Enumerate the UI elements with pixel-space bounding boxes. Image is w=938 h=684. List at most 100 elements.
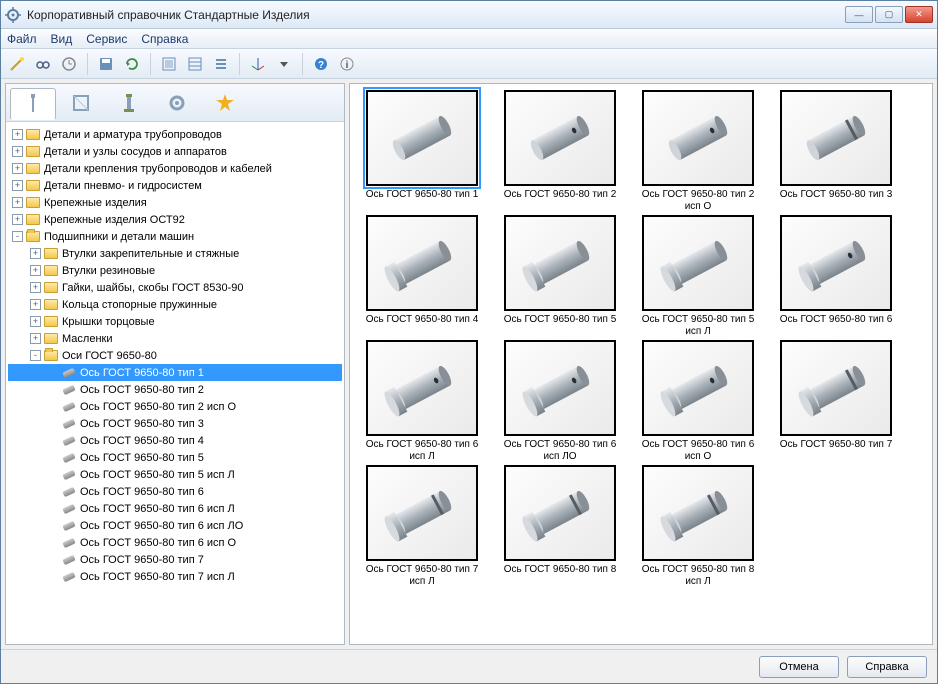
thumbnail-item[interactable]: Ось ГОСТ 9650-80 тип 6 исп О — [632, 340, 764, 463]
menu-help[interactable]: Справка — [141, 32, 188, 46]
help-icon[interactable]: ? — [309, 52, 333, 76]
tree-toggle[interactable]: - — [12, 231, 23, 242]
folder-icon — [25, 128, 41, 142]
tree-item[interactable]: Ось ГОСТ 9650-80 тип 5 исп Л — [8, 466, 342, 483]
tree-toggle[interactable]: + — [30, 248, 41, 259]
folder-icon — [25, 213, 41, 227]
tree-item[interactable]: + Втулки закрепительные и стяжные — [8, 245, 342, 262]
tree-item[interactable]: +Крышки торцовые — [8, 313, 342, 330]
tree-item[interactable]: -Подшипники и детали машин — [8, 228, 342, 245]
thumbnail-item[interactable]: Ось ГОСТ 9650-80 тип 6 исп ЛО — [494, 340, 626, 463]
tree-toggle[interactable]: + — [30, 265, 41, 276]
tree-item[interactable]: Ось ГОСТ 9650-80 тип 6 исп О — [8, 534, 342, 551]
thumbnail-image — [504, 215, 616, 311]
tree-item[interactable]: Ось ГОСТ 9650-80 тип 2 исп О — [8, 398, 342, 415]
tree-item[interactable]: Ось ГОСТ 9650-80 тип 7 — [8, 551, 342, 568]
thumbnail-label: Ось ГОСТ 9650-80 тип 8 исп Л — [634, 564, 762, 588]
tree-item-label: Ось ГОСТ 9650-80 тип 6 исп Л — [80, 503, 235, 515]
tree-item-label: Гайки, шайбы, скобы ГОСТ 8530-90 — [62, 282, 244, 294]
tree-item[interactable]: Ось ГОСТ 9650-80 тип 7 исп Л — [8, 568, 342, 585]
thumbnail-item[interactable]: Ось ГОСТ 9650-80 тип 6 исп Л — [356, 340, 488, 463]
tab-assembly-icon[interactable] — [106, 87, 152, 119]
tree-toggle[interactable]: + — [30, 282, 41, 293]
tree-item[interactable]: + Гайки, шайбы, скобы ГОСТ 8530-90 — [8, 279, 342, 296]
thumbnail-item[interactable]: Ось ГОСТ 9650-80 тип 1 — [356, 90, 488, 213]
tree-item[interactable]: Ось ГОСТ 9650-80 тип 2 — [8, 381, 342, 398]
thumbnail-item[interactable]: Ось ГОСТ 9650-80 тип 2 — [494, 90, 626, 213]
tree-item[interactable]: Ось ГОСТ 9650-80 тип 6 — [8, 483, 342, 500]
tab-gear-icon[interactable] — [154, 87, 200, 119]
tree-item[interactable]: +Детали крепления трубопроводов и кабеле… — [8, 160, 342, 177]
tree-item[interactable]: +Крепежные изделия ОСТ92 — [8, 211, 342, 228]
tree-item[interactable]: +Крепежные изделия — [8, 194, 342, 211]
tree-toggle[interactable]: + — [12, 214, 23, 225]
menu-view[interactable]: Вид — [51, 32, 73, 46]
tree-toggle[interactable]: + — [30, 316, 41, 327]
thumbnail-label: Ось ГОСТ 9650-80 тип 5 исп Л — [634, 314, 762, 338]
tab-profile-icon[interactable] — [58, 87, 104, 119]
help-button[interactable]: Справка — [847, 656, 927, 678]
view-list-icon[interactable] — [183, 52, 207, 76]
thumbnail-item[interactable]: Ось ГОСТ 9650-80 тип 8 исп Л — [632, 465, 764, 588]
tree-item[interactable]: Ось ГОСТ 9650-80 тип 6 исп Л — [8, 500, 342, 517]
thumbnail-panel: Ось ГОСТ 9650-80 тип 1Ось ГОСТ 9650-80 т… — [349, 83, 933, 645]
toolbar: ? i — [1, 49, 937, 79]
tree-view[interactable]: +Детали и арматура трубопроводов+Детали … — [6, 122, 344, 644]
dropdown-indicator-icon[interactable] — [272, 52, 296, 76]
tree-toggle[interactable]: - — [30, 350, 41, 361]
save-icon[interactable] — [94, 52, 118, 76]
thumbnail-item[interactable]: Ось ГОСТ 9650-80 тип 8 — [494, 465, 626, 588]
thumbnail-item[interactable]: Ось ГОСТ 9650-80 тип 3 — [770, 90, 902, 213]
clock-icon[interactable] — [57, 52, 81, 76]
part-icon — [61, 553, 77, 567]
tree-toggle[interactable]: + — [12, 197, 23, 208]
tab-bolt-icon[interactable] — [10, 88, 56, 120]
axis-icon[interactable] — [246, 52, 270, 76]
menu-file[interactable]: Файл — [7, 32, 37, 46]
view-large-icon[interactable] — [157, 52, 181, 76]
thumbnail-image — [366, 465, 478, 561]
tree-item[interactable]: +Детали и узлы сосудов и аппаратов — [8, 143, 342, 160]
info-icon[interactable]: i — [335, 52, 359, 76]
tree-item[interactable]: -Оси ГОСТ 9650-80 — [8, 347, 342, 364]
close-button[interactable]: ✕ — [905, 6, 933, 23]
cancel-button[interactable]: Отмена — [759, 656, 839, 678]
tree-toggle[interactable]: + — [30, 299, 41, 310]
tab-favorite-icon[interactable] — [202, 87, 248, 119]
tree-item[interactable]: + Детали пневмо- и гидросистем — [8, 177, 342, 194]
thumbnail-item[interactable]: Ось ГОСТ 9650-80 тип 7 исп Л — [356, 465, 488, 588]
tree-item[interactable]: Ось ГОСТ 9650-80 тип 5 — [8, 449, 342, 466]
thumbnail-item[interactable]: Ось ГОСТ 9650-80 тип 7 — [770, 340, 902, 463]
maximize-button[interactable]: ▢ — [875, 6, 903, 23]
tree-toggle[interactable]: + — [12, 146, 23, 157]
refresh-icon[interactable] — [120, 52, 144, 76]
view-details-icon[interactable] — [209, 52, 233, 76]
thumbnail-item[interactable]: Ось ГОСТ 9650-80 тип 6 — [770, 215, 902, 338]
tree-item[interactable]: Ось ГОСТ 9650-80 тип 3 — [8, 415, 342, 432]
tree-item-label: Детали пневмо- и гидросистем — [44, 180, 202, 192]
tree-item[interactable]: Ось ГОСТ 9650-80 тип 1 — [8, 364, 342, 381]
tree-item-label: Втулки закрепительные и стяжные — [62, 248, 239, 260]
binoculars-icon[interactable] — [31, 52, 55, 76]
tree-item-label: Ось ГОСТ 9650-80 тип 3 — [80, 418, 204, 430]
thumbnail-item[interactable]: Ось ГОСТ 9650-80 тип 5 — [494, 215, 626, 338]
thumbnail-item[interactable]: Ось ГОСТ 9650-80 тип 5 исп Л — [632, 215, 764, 338]
tree-toggle[interactable]: + — [12, 180, 23, 191]
thumbnail-item[interactable]: Ось ГОСТ 9650-80 тип 2 исп О — [632, 90, 764, 213]
tree-toggle[interactable]: + — [12, 129, 23, 140]
part-icon — [61, 366, 77, 380]
minimize-button[interactable]: — — [845, 6, 873, 23]
tree-item[interactable]: +Детали и арматура трубопроводов — [8, 126, 342, 143]
tree-item[interactable]: Ось ГОСТ 9650-80 тип 4 — [8, 432, 342, 449]
menu-service[interactable]: Сервис — [86, 32, 127, 46]
tree-toggle[interactable]: + — [12, 163, 23, 174]
tree-item[interactable]: Ось ГОСТ 9650-80 тип 6 исп ЛО — [8, 517, 342, 534]
tree-item[interactable]: +Масленки — [8, 330, 342, 347]
main-window: Корпоративный справочник Стандартные Изд… — [0, 0, 938, 684]
tree-toggle[interactable]: + — [30, 333, 41, 344]
tree-item[interactable]: +Втулки резиновые — [8, 262, 342, 279]
thumbnail-image — [780, 340, 892, 436]
thumbnail-item[interactable]: Ось ГОСТ 9650-80 тип 4 — [356, 215, 488, 338]
magic-wand-icon[interactable] — [5, 52, 29, 76]
tree-item[interactable]: +Кольца стопорные пружинные — [8, 296, 342, 313]
